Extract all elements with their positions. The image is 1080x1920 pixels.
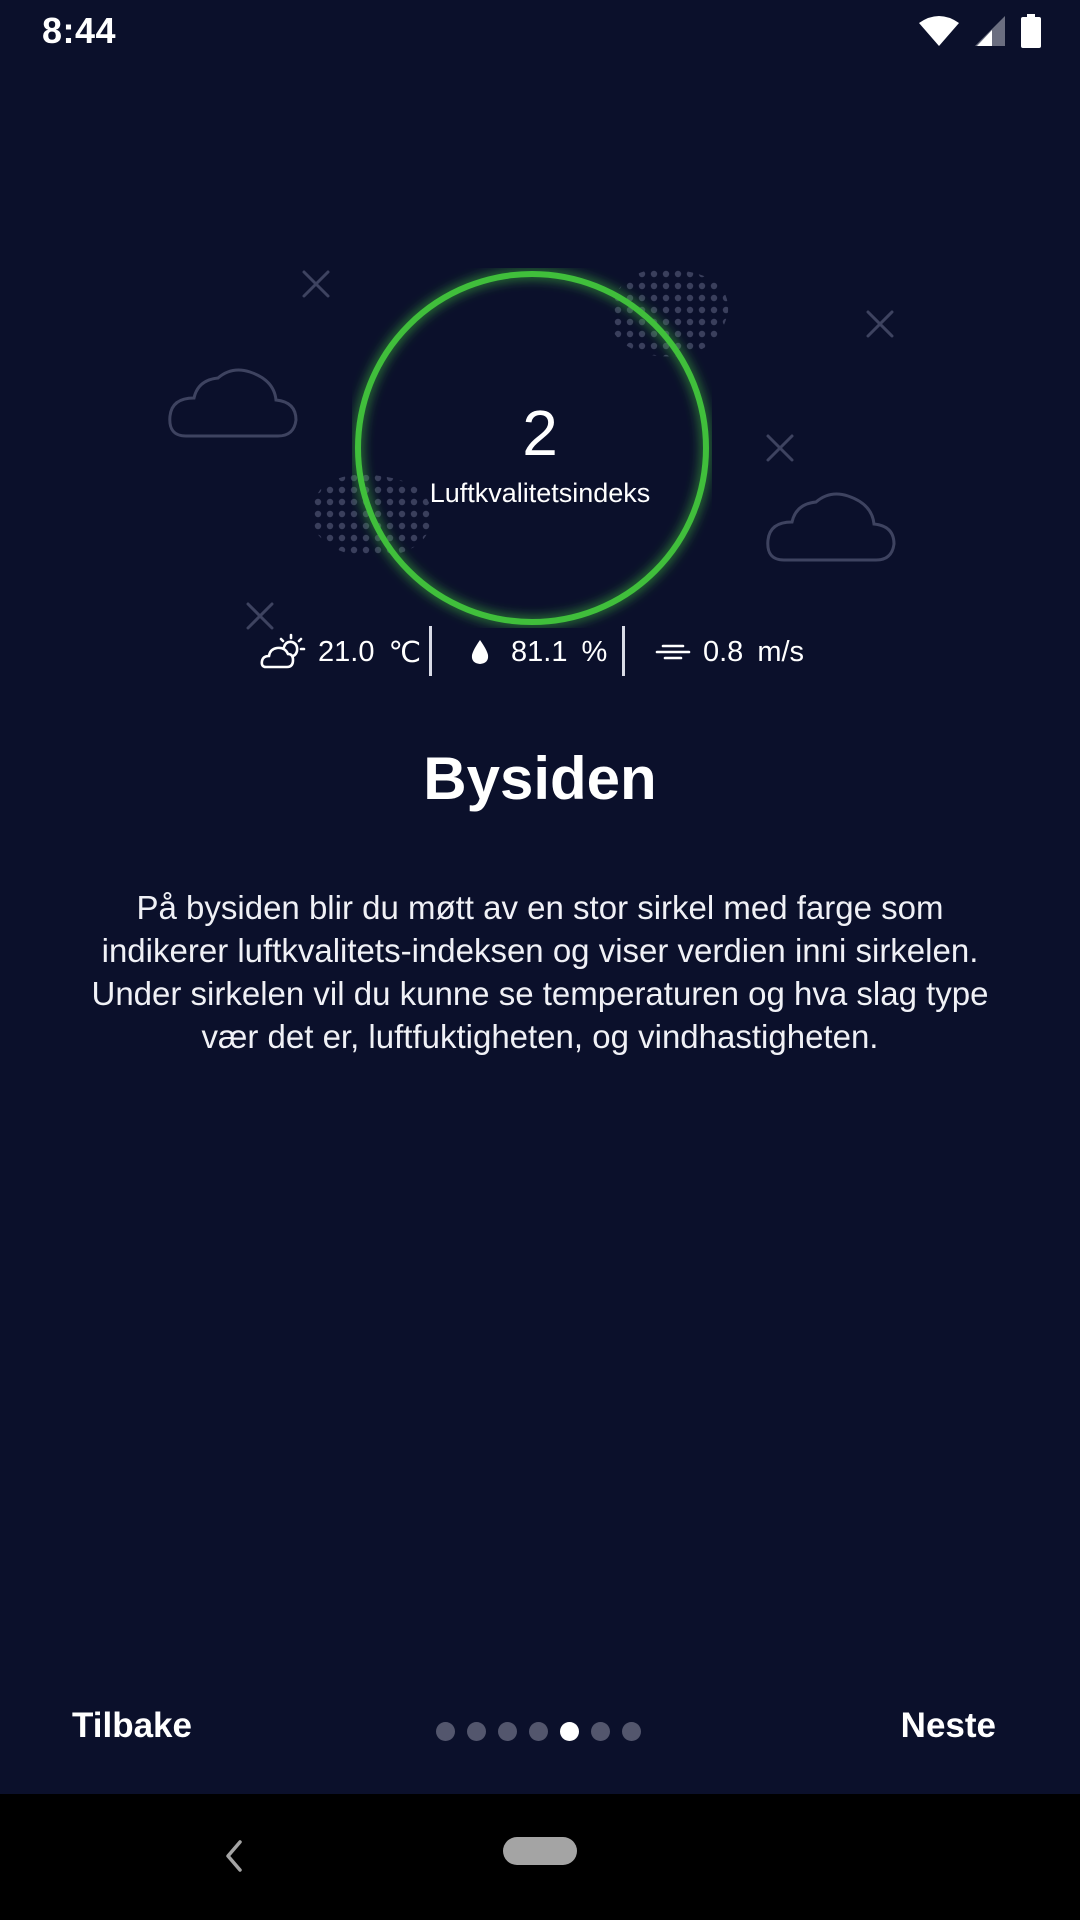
page-dot — [498, 1722, 517, 1741]
back-button[interactable]: Tilbake — [72, 1706, 192, 1746]
humidity-unit: % — [581, 635, 608, 668]
status-bar: 8:44 — [0, 0, 1080, 62]
system-navigation-bar — [0, 1794, 1080, 1920]
temperature-item: 21.0 ℃ — [260, 626, 421, 678]
temperature-unit: ℃ — [388, 636, 422, 669]
weather-row: 21.0 ℃ 81.1 % 0.8 m/s — [0, 626, 1080, 678]
page-dot — [467, 1722, 486, 1741]
wind-unit: m/s — [757, 635, 805, 668]
page-dot — [622, 1722, 641, 1741]
status-icons — [918, 14, 1042, 48]
page-dot — [591, 1722, 610, 1741]
wind-item: 0.8 m/s — [655, 626, 804, 678]
page-description: På bysiden blir du møtt av en stor sirke… — [91, 889, 989, 1055]
partly-cloudy-icon — [260, 633, 306, 669]
humidity-item: 81.1 % — [469, 626, 607, 678]
page-dot-active — [560, 1722, 579, 1741]
page-title: Bysiden — [423, 745, 657, 812]
next-button[interactable]: Neste — [901, 1706, 996, 1746]
battery-icon — [1021, 14, 1041, 48]
status-time: 8:44 — [42, 10, 117, 51]
wifi-icon — [919, 16, 959, 46]
wind-icon — [655, 644, 691, 660]
temperature-value: 21.0 — [318, 635, 375, 668]
page-dot — [529, 1722, 548, 1741]
system-back-button[interactable] — [218, 1834, 248, 1878]
page-dot — [436, 1722, 455, 1741]
water-drop-icon — [471, 640, 489, 664]
signal-icon — [975, 16, 1005, 46]
weather-divider — [429, 626, 432, 676]
page-indicator — [436, 1722, 641, 1741]
aqi-label: Luftkvalitetsindeks — [429, 478, 651, 508]
wind-value: 0.8 — [703, 635, 744, 668]
weather-divider — [622, 626, 625, 676]
aqi-value: 2 — [522, 397, 558, 469]
humidity-value: 81.1 — [511, 635, 568, 668]
system-home-button[interactable] — [503, 1837, 577, 1865]
